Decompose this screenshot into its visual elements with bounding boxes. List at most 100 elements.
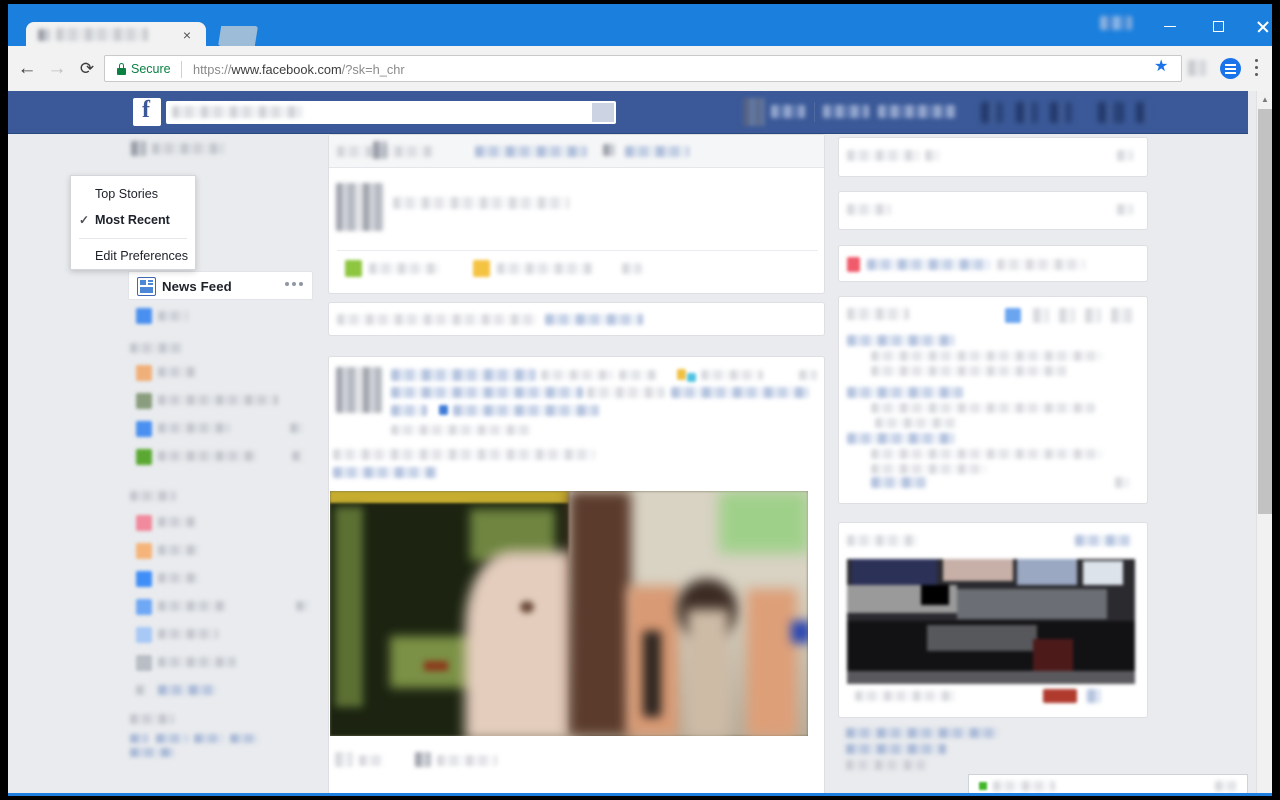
card-title xyxy=(847,204,891,215)
explore-icon xyxy=(136,685,146,695)
footer-link[interactable] xyxy=(846,744,946,754)
post-meta-text xyxy=(619,370,657,380)
new-tab-button[interactable] xyxy=(218,26,258,46)
card-action-link[interactable] xyxy=(1075,535,1131,546)
card-title[interactable] xyxy=(867,259,991,270)
composer-more-button[interactable] xyxy=(622,263,642,274)
page-scrollbar[interactable]: ▲ xyxy=(1256,91,1272,796)
scroll-up-button[interactable]: ▲ xyxy=(1257,91,1272,108)
browser-tab[interactable]: × xyxy=(26,22,206,48)
menu-separator xyxy=(79,238,187,239)
like-icon[interactable] xyxy=(335,752,353,767)
composer-divider xyxy=(337,250,818,251)
menu-item-edit-preferences[interactable]: Edit Preferences xyxy=(71,243,195,269)
chat-settings-icon[interactable] xyxy=(1215,781,1237,791)
post-photo-right[interactable] xyxy=(569,491,808,736)
facebook-navbar xyxy=(8,91,1248,134)
post-photo-left[interactable] xyxy=(330,491,580,736)
sidebar-item-label xyxy=(158,573,198,583)
window-minimize-button[interactable] xyxy=(1148,12,1192,38)
post-author-name[interactable] xyxy=(391,369,536,381)
page-viewport: News Feed xyxy=(8,91,1272,796)
composer-tab-life-event[interactable] xyxy=(625,146,689,157)
chat-label xyxy=(993,781,1055,791)
sponsored-caption xyxy=(855,691,955,701)
feeling-activity-label[interactable] xyxy=(497,263,593,274)
menu-item-most-recent[interactable]: ✓ Most Recent xyxy=(71,207,195,233)
photo-video-label[interactable] xyxy=(369,263,439,274)
post-subtext xyxy=(453,405,599,416)
reading-list-icon[interactable] xyxy=(1220,58,1241,79)
friend-requests-icon[interactable] xyxy=(981,102,1003,123)
facebook-logo-icon[interactable] xyxy=(133,97,161,126)
comment-icon[interactable] xyxy=(415,752,431,767)
post-body-link[interactable] xyxy=(333,467,437,478)
address-bar[interactable]: Secure https://www.facebook.com/?sk=h_ch… xyxy=(104,55,1182,82)
sidebar-section-label xyxy=(130,491,176,501)
sponsored-action-icon[interactable] xyxy=(1087,689,1101,703)
trending-filter-politics-icon[interactable] xyxy=(1033,308,1049,323)
trending-filter-all-icon[interactable] xyxy=(1005,308,1021,323)
create-link[interactable] xyxy=(130,748,174,757)
menu-item-top-stories[interactable]: Top Stories xyxy=(71,181,195,207)
navbar-account-name[interactable] xyxy=(771,105,805,118)
forward-button[interactable]: → xyxy=(46,58,68,80)
scrollbar-thumb[interactable] xyxy=(1258,109,1272,514)
trending-filter-sports-icon[interactable] xyxy=(1085,308,1101,323)
security-status-label: Secure xyxy=(131,62,171,76)
composer-placeholder[interactable] xyxy=(393,197,569,209)
window-close-button[interactable] xyxy=(1240,12,1272,38)
comment-label[interactable] xyxy=(437,755,497,766)
post-subtext xyxy=(671,387,809,398)
tab-close-icon[interactable]: × xyxy=(178,26,196,44)
trending-item-desc xyxy=(871,449,1103,459)
composer-tab-icon xyxy=(373,141,387,159)
extension-icon[interactable] xyxy=(1188,60,1206,76)
trending-item-desc xyxy=(871,403,1095,413)
navbar-avatar[interactable] xyxy=(743,98,765,126)
sponsored-image[interactable] xyxy=(847,559,1135,684)
trending-filter-science-icon[interactable] xyxy=(1059,308,1075,323)
create-link[interactable] xyxy=(130,734,148,743)
like-label[interactable] xyxy=(359,755,383,766)
create-link[interactable] xyxy=(230,734,258,743)
reload-button[interactable]: ⟳ xyxy=(76,58,98,80)
search-submit-button[interactable] xyxy=(592,103,614,122)
create-link[interactable] xyxy=(194,734,224,743)
create-link[interactable] xyxy=(156,734,188,743)
post-meta-text xyxy=(541,370,613,380)
trending-see-more-link[interactable] xyxy=(871,477,927,488)
new-stories-link[interactable] xyxy=(545,314,643,325)
news-feed-options-button[interactable] xyxy=(285,282,303,287)
bookmark-star-icon[interactable]: ★ xyxy=(1154,59,1168,75)
explore-icon xyxy=(136,571,152,587)
photo-video-icon[interactable] xyxy=(345,260,362,277)
post-options-button[interactable] xyxy=(799,370,817,380)
footer-link[interactable] xyxy=(846,728,998,738)
post-photo-grid[interactable] xyxy=(330,491,808,736)
navbar-link-home[interactable] xyxy=(823,105,869,118)
sidebar-item-label xyxy=(158,451,256,461)
card-action-button[interactable] xyxy=(1117,150,1133,161)
facebook-search-input[interactable] xyxy=(166,101,616,124)
back-button[interactable]: ← xyxy=(16,58,38,80)
new-stories-bar[interactable] xyxy=(328,302,825,336)
trending-options-button[interactable] xyxy=(1115,477,1129,488)
messages-icon[interactable] xyxy=(1016,102,1038,123)
news-feed-header[interactable]: News Feed xyxy=(128,271,313,300)
post-subtext xyxy=(391,387,583,398)
privacy-shortcuts-icon[interactable] xyxy=(1098,102,1124,123)
navbar-link-find-friends[interactable] xyxy=(878,105,956,118)
feeling-activity-icon[interactable] xyxy=(473,260,490,277)
composer-tab-photo-video[interactable] xyxy=(475,146,587,157)
notifications-icon[interactable] xyxy=(1050,102,1072,123)
card-action-button[interactable] xyxy=(1117,204,1133,215)
chrome-menu-icon[interactable] xyxy=(1255,59,1259,78)
sidebar-item-label xyxy=(158,601,226,611)
news-feed-sort-menu[interactable]: Top Stories ✓ Most Recent Edit Preferenc… xyxy=(70,175,196,270)
account-settings-icon[interactable] xyxy=(1136,102,1148,123)
post-author-avatar[interactable] xyxy=(336,367,382,413)
window-maximize-button[interactable] xyxy=(1196,12,1240,38)
trending-filter-entertainment-icon[interactable] xyxy=(1111,308,1133,323)
menu-item-label: Top Stories xyxy=(95,187,158,201)
